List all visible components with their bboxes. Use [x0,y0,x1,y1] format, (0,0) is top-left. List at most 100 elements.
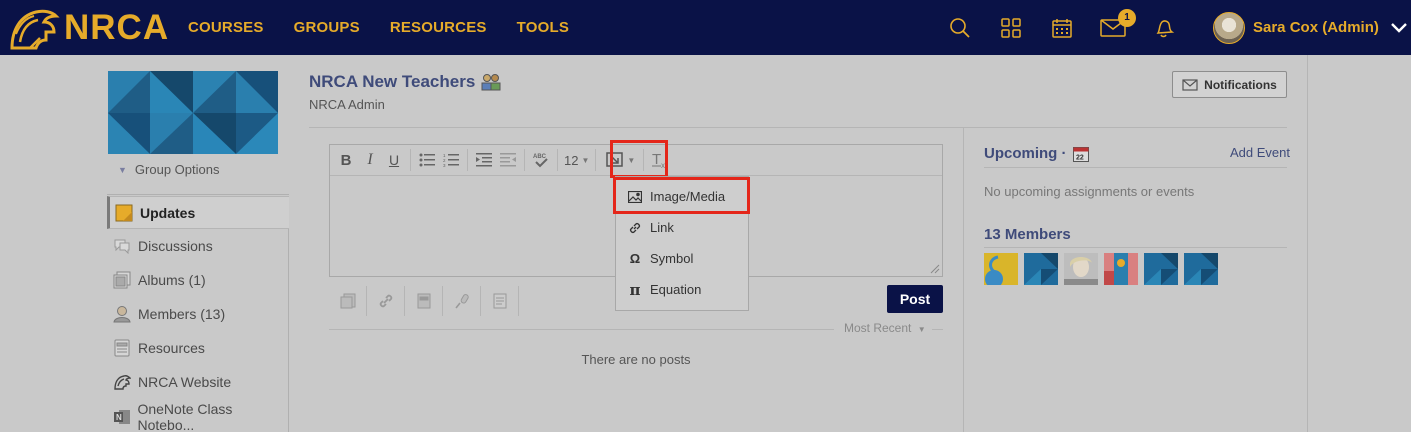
document-icon [493,293,506,309]
nav-groups[interactable]: GROUPS [294,19,360,36]
underline-button[interactable]: U [384,148,404,172]
avatar[interactable] [984,253,1018,285]
avatar[interactable] [1144,253,1178,285]
font-size-value: 12 [564,152,579,168]
feed-divider [932,329,943,330]
menu-item-image-media[interactable]: Image/Media [616,181,748,212]
mail-badge: 1 [1118,8,1136,27]
clear-format-button[interactable]: Tx [650,148,670,172]
nrca-logo[interactable]: NRCA [0,0,180,55]
spellcheck-button[interactable]: ABC [531,148,551,172]
bell-icon[interactable] [1149,13,1179,43]
menu-item-equation[interactable]: π Equation [616,274,748,305]
sidebar-item-label: Discussions [138,238,213,254]
nav-resources[interactable]: RESOURCES [390,19,487,36]
upcoming-empty-message: No upcoming assignments or events [984,184,1195,199]
avatar[interactable] [1064,253,1098,285]
avatar[interactable] [1104,253,1138,285]
members-heading[interactable]: 13 Members [984,226,1071,243]
menu-item-symbol[interactable]: Ω Symbol [616,243,748,274]
file-icon [340,293,355,309]
bold-button[interactable]: B [336,148,356,172]
attach-audio-button[interactable] [443,286,481,316]
toolbar-separator [410,149,411,171]
sort-label: Most Recent [844,321,912,335]
sidebar-item-discussions[interactable]: Discussions [112,231,289,261]
attachment-toolbar [329,285,519,317]
sidebar-divider [107,194,289,195]
bullet-list-icon [419,153,435,167]
sidebar-item-label: Albums (1) [138,272,206,288]
menu-item-link[interactable]: Link [616,212,748,243]
attach-resource-button[interactable] [405,286,443,316]
toolbar-separator [557,149,558,171]
avatar[interactable] [1024,253,1058,285]
add-event-link[interactable]: Add Event [1230,145,1290,160]
apps-grid-icon[interactable] [996,13,1026,43]
resources-icon [112,338,132,358]
post-button[interactable]: Post [887,285,943,313]
image-icon [627,190,643,203]
nav-courses[interactable]: COURSES [188,19,264,36]
italic-button[interactable]: I [360,148,380,172]
sidebar-item-nrca-website[interactable]: NRCA Website [112,367,289,397]
mail-icon[interactable]: 1 [1098,8,1136,43]
menu-item-label: Image/Media [650,189,726,204]
nav-tools[interactable]: TOOLS [517,19,569,36]
menu-item-label: Link [650,220,674,235]
onenote-icon: N [112,407,131,427]
caret-down-icon: ▼ [581,155,590,165]
svg-text:N: N [116,413,122,422]
outdent-icon [500,153,516,167]
sidebar-border [288,229,289,432]
member-avatars [984,253,1224,285]
notifications-button[interactable]: Notifications [1172,71,1287,98]
sidebar-item-members[interactable]: Members (13) [112,299,289,329]
page-title: NRCA New Teachers [309,72,501,92]
svg-text:x: x [661,161,665,169]
brand-name: NRCA [64,7,170,47]
feed-divider [329,329,834,330]
sidebar-item-resources[interactable]: Resources [112,333,289,363]
insert-media-icon [606,152,624,167]
menu-item-label: Symbol [650,251,694,266]
group-title-text: NRCA New Teachers [309,72,476,91]
header-divider [309,127,1287,128]
notifications-label: Notifications [1204,77,1277,92]
caret-down-icon: ▼ [118,164,127,175]
caret-down-icon: ▼ [627,155,636,165]
sidebar-item-albums[interactable]: Albums (1) [112,265,289,295]
sidebar-item-updates[interactable]: Updates [107,196,289,229]
calendar-icon[interactable] [1047,13,1077,43]
upcoming-heading: Upcoming · 22 [984,145,1089,162]
sidebar-item-label: OneNote Class Notebo... [137,401,233,432]
menu-item-label: Equation [650,282,702,297]
caret-down-icon: ▼ [917,325,926,334]
resize-grip-icon[interactable] [930,264,940,274]
discussions-icon [112,236,132,256]
avatar[interactable] [1184,253,1218,285]
outdent-button[interactable] [498,148,518,172]
toolbar-separator [524,149,525,171]
sidebar-item-onenote[interactable]: N OneNote Class Notebo... [112,401,289,432]
search-icon[interactable] [945,13,975,43]
user-menu[interactable]: Sara Cox (Admin) [1213,0,1407,55]
sort-dropdown[interactable]: Most Recent ▼ [844,321,926,335]
resources-icon [417,293,430,309]
spellcheck-icon: ABC [533,154,548,168]
numbered-list-button[interactable]: 123 [441,148,461,172]
group-options-toggle[interactable]: ▼ Group Options [118,162,219,177]
sidebar-item-label: Updates [140,204,196,221]
numbered-list-icon: 123 [443,153,459,167]
indent-button[interactable] [474,148,494,172]
calendar-day: 22 [1076,154,1084,161]
insert-menu-button[interactable]: ▼ [606,148,635,172]
attach-file-button[interactable] [329,286,367,316]
insert-dropdown-menu: Image/Media Link Ω Symbol π Equation [615,176,749,311]
nrca-helmet-icon [112,372,132,392]
attach-assignment-button[interactable] [481,286,519,316]
attach-link-button[interactable] [367,286,405,316]
group-owner: NRCA Admin [309,97,385,112]
bullet-list-button[interactable] [417,148,437,172]
font-size-select[interactable]: 12 ▼ [564,148,589,172]
